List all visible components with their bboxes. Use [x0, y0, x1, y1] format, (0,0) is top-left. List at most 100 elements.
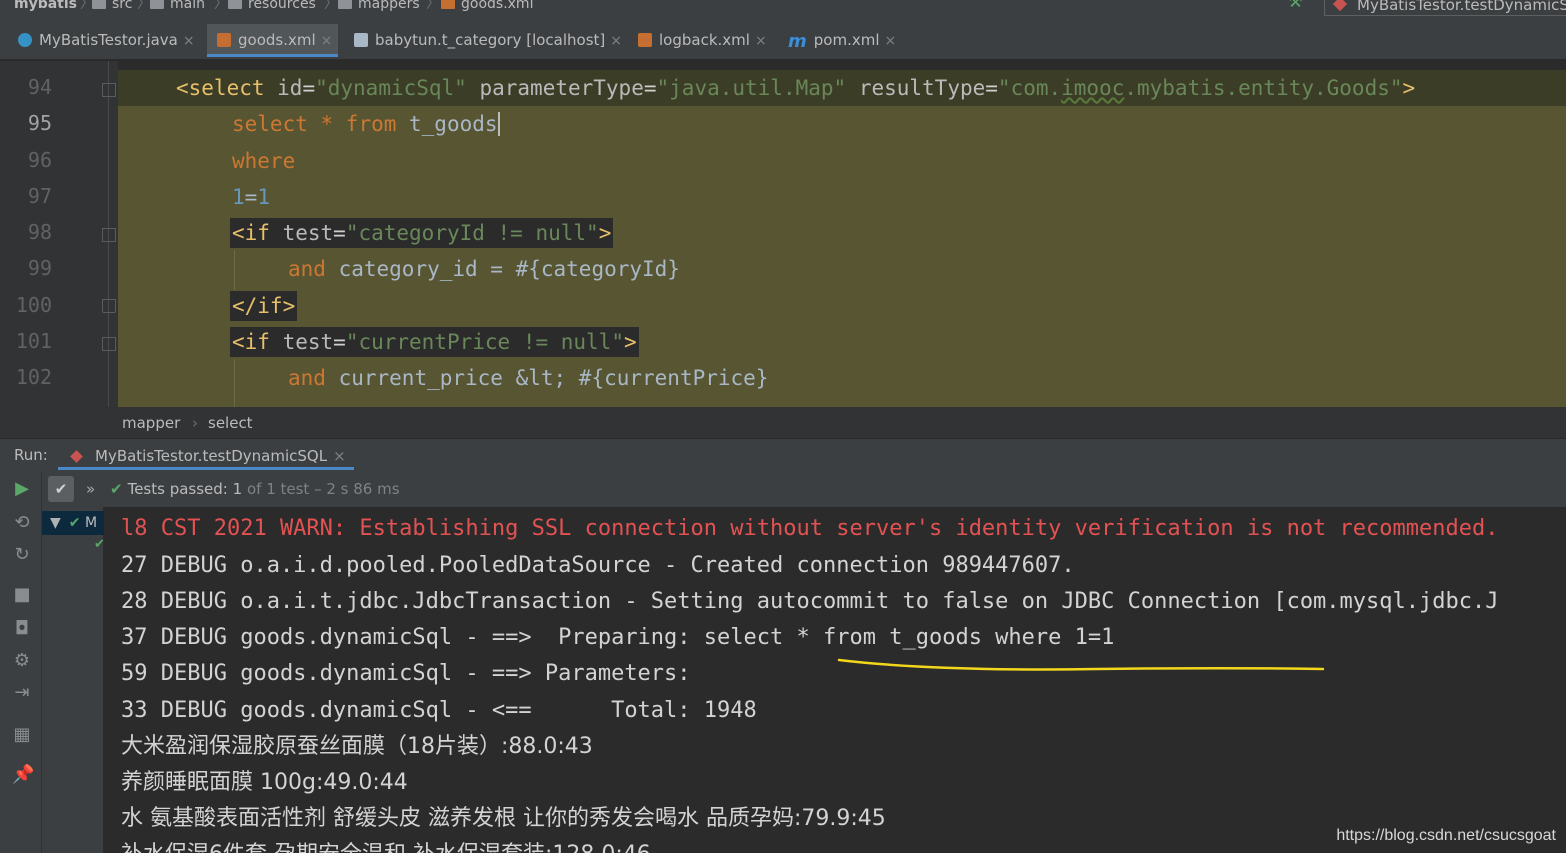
if-tag-block: <if test="currentPrice != null">: [230, 327, 639, 357]
console-line: 33 DEBUG goods.dynamicSql - <== Total: 1…: [121, 698, 757, 723]
sql-expression: category_id = #{categoryId}: [325, 257, 680, 281]
tests-passed-count: 1: [232, 480, 243, 498]
watermark-text: https://blog.csdn.net/csucsgoat: [1336, 827, 1556, 844]
more-actions-icon[interactable]: »: [86, 471, 95, 507]
camera-icon[interactable]: ◘: [12, 619, 32, 639]
console-line: l8 CST 2021 WARN: Establishing SSL conne…: [121, 516, 1499, 541]
xml-attr: parameterType: [479, 76, 644, 100]
table-icon: [354, 33, 368, 47]
line-number: 100: [15, 293, 52, 317]
test-status-bar: ✔ » ✔ Tests passed: 1 of 1 test – 2 s 86 …: [42, 471, 1566, 507]
tab-babytun-t-category[interactable]: babytun.t_category [localhost] ×: [354, 24, 622, 57]
stop-icon[interactable]: ■: [12, 585, 32, 605]
breadcrumb-resources[interactable]: resources: [228, 0, 316, 12]
rerun-failed-icon[interactable]: ⟲: [12, 513, 32, 533]
tab-logback-xml[interactable]: logback.xml ×: [638, 24, 767, 57]
build-hammer-icon[interactable]: ⚒: [1288, 0, 1302, 10]
close-icon[interactable]: ×: [321, 33, 333, 49]
xml-tag-open: <if: [232, 221, 283, 245]
breadcrumb-main-label: main: [170, 0, 205, 12]
code-editor[interactable]: 94 95 96 97 98 99 100 101 102 <select id…: [0, 61, 1566, 407]
sql-star: *: [307, 112, 346, 136]
close-icon[interactable]: ×: [610, 33, 622, 49]
console-line: 养颜睡眠面膜 100g:49.0:44: [121, 770, 408, 795]
tab-label: babytun.t_category [localhost]: [375, 31, 606, 49]
close-icon[interactable]: ×: [755, 33, 767, 49]
expand-triangle-icon[interactable]: ▼: [50, 515, 61, 531]
text-caret: [497, 112, 500, 136]
breadcrumb-file[interactable]: goods.xml: [441, 0, 534, 12]
run-tab-label: MyBatisTestor.testDynamicSQL: [95, 447, 328, 465]
indent-guide: [234, 250, 235, 290]
code-line-94: <select id="dynamicSql" parameterType="j…: [176, 70, 1415, 106]
editor-structure-breadcrumb: mapper › select: [0, 407, 1566, 438]
equals-sign: =: [333, 221, 346, 245]
code-line-102: and current_price &lt; #{currentPrice}: [288, 360, 768, 396]
breadcrumb-mappers[interactable]: mappers: [338, 0, 420, 11]
console-output[interactable]: l8 CST 2021 WARN: Establishing SSL conne…: [105, 507, 1566, 853]
import-tests-icon[interactable]: ⇥: [12, 683, 32, 703]
line-number: 101: [15, 329, 52, 353]
xml-tag-close: >: [623, 330, 637, 354]
rerun-play-icon[interactable]: ▶: [12, 479, 32, 499]
tab-label: logback.xml: [659, 31, 750, 49]
pin-icon[interactable]: 📌: [12, 765, 34, 785]
folder-icon: [150, 0, 164, 9]
code-line-101: <if test="currentPrice != null">: [230, 324, 639, 360]
tab-pom-xml[interactable]: m pom.xml ×: [788, 24, 896, 57]
fold-marker-icon[interactable]: [102, 337, 116, 351]
tree-item-label: M: [84, 515, 98, 531]
tab-mybatistestor-java[interactable]: MyBatisTestor.java ×: [18, 24, 195, 57]
run-tab[interactable]: MyBatisTestor.testDynamicSQL ×: [58, 443, 354, 470]
line-number: 96: [27, 148, 52, 172]
breadcrumb-separator: 〉: [137, 0, 151, 12]
tree-row-root[interactable]: ▼ ✔ M: [42, 511, 104, 535]
console-line: 59 DEBUG goods.dynamicSql - ==> Paramete…: [121, 661, 704, 686]
close-icon[interactable]: ×: [885, 33, 897, 49]
line-number: 95: [27, 111, 52, 135]
editor-tab-bar: MyBatisTestor.java × goods.xml × babytun.t…: [0, 16, 1566, 60]
if-tag-block: <if test="categoryId != null">: [230, 218, 614, 248]
typo-warning[interactable]: imooc: [1061, 76, 1124, 100]
structure-crumb-mapper[interactable]: mapper: [122, 408, 180, 439]
console-line: 37 DEBUG goods.dynamicSql - ==> Preparin…: [121, 625, 1115, 650]
tests-passed-label: Tests passed:: [127, 480, 228, 498]
sql-number: 1: [232, 185, 245, 209]
sql-keyword: select: [232, 112, 308, 136]
breadcrumb-file-label: goods.xml: [461, 0, 534, 12]
xml-attr: test: [282, 221, 334, 245]
sql-keyword: and: [288, 257, 326, 281]
breadcrumb-project[interactable]: mybatis: [14, 0, 77, 11]
close-icon[interactable]: ×: [183, 33, 195, 49]
fold-marker-icon[interactable]: [102, 228, 116, 242]
code-line-100: </if>: [230, 288, 298, 324]
breadcrumb-main[interactable]: main: [150, 0, 205, 12]
xml-attr: id: [277, 76, 303, 100]
test-results-tree: ▼ ✔ M ✔: [42, 507, 105, 853]
xml-attr-value: .mybatis.entity.Goods": [1124, 76, 1403, 100]
xml-file-icon: [441, 0, 455, 9]
line-number: 99: [27, 256, 52, 280]
equals-sign: =: [985, 76, 998, 100]
test-config-icon: [1332, 0, 1348, 12]
xml-attr-value: "currentPrice != null": [345, 330, 624, 354]
close-icon[interactable]: ×: [333, 447, 346, 465]
sql-keyword: from: [345, 112, 397, 136]
show-passed-toggle[interactable]: ✔: [48, 476, 74, 502]
toggle-auto-test-icon[interactable]: ↻: [12, 545, 32, 565]
folder-icon: [228, 0, 242, 9]
code-line-96: where: [232, 143, 295, 179]
check-icon: ✔: [110, 480, 123, 498]
fold-marker-icon[interactable]: [102, 299, 116, 313]
tab-goods-xml[interactable]: goods.xml ×: [207, 24, 339, 57]
fold-marker-icon[interactable]: [102, 83, 116, 97]
breadcrumb-separator: 〉: [426, 0, 440, 12]
run-configuration-selector[interactable]: MyBatisTestor.testDynamicSQL: [1324, 0, 1566, 16]
settings-gear-icon[interactable]: ⚙: [12, 651, 32, 671]
layout-icon[interactable]: ▦: [12, 725, 32, 745]
breadcrumb-src[interactable]: src: [92, 0, 132, 11]
structure-crumb-select[interactable]: select: [208, 408, 253, 439]
run-toolwindow-header: Run: MyBatisTestor.testDynamicSQL ×: [0, 438, 1566, 471]
breadcrumb-resources-label: resources: [248, 0, 316, 12]
console-line: 28 DEBUG o.a.i.t.jdbc.JdbcTransaction - …: [121, 589, 1499, 614]
